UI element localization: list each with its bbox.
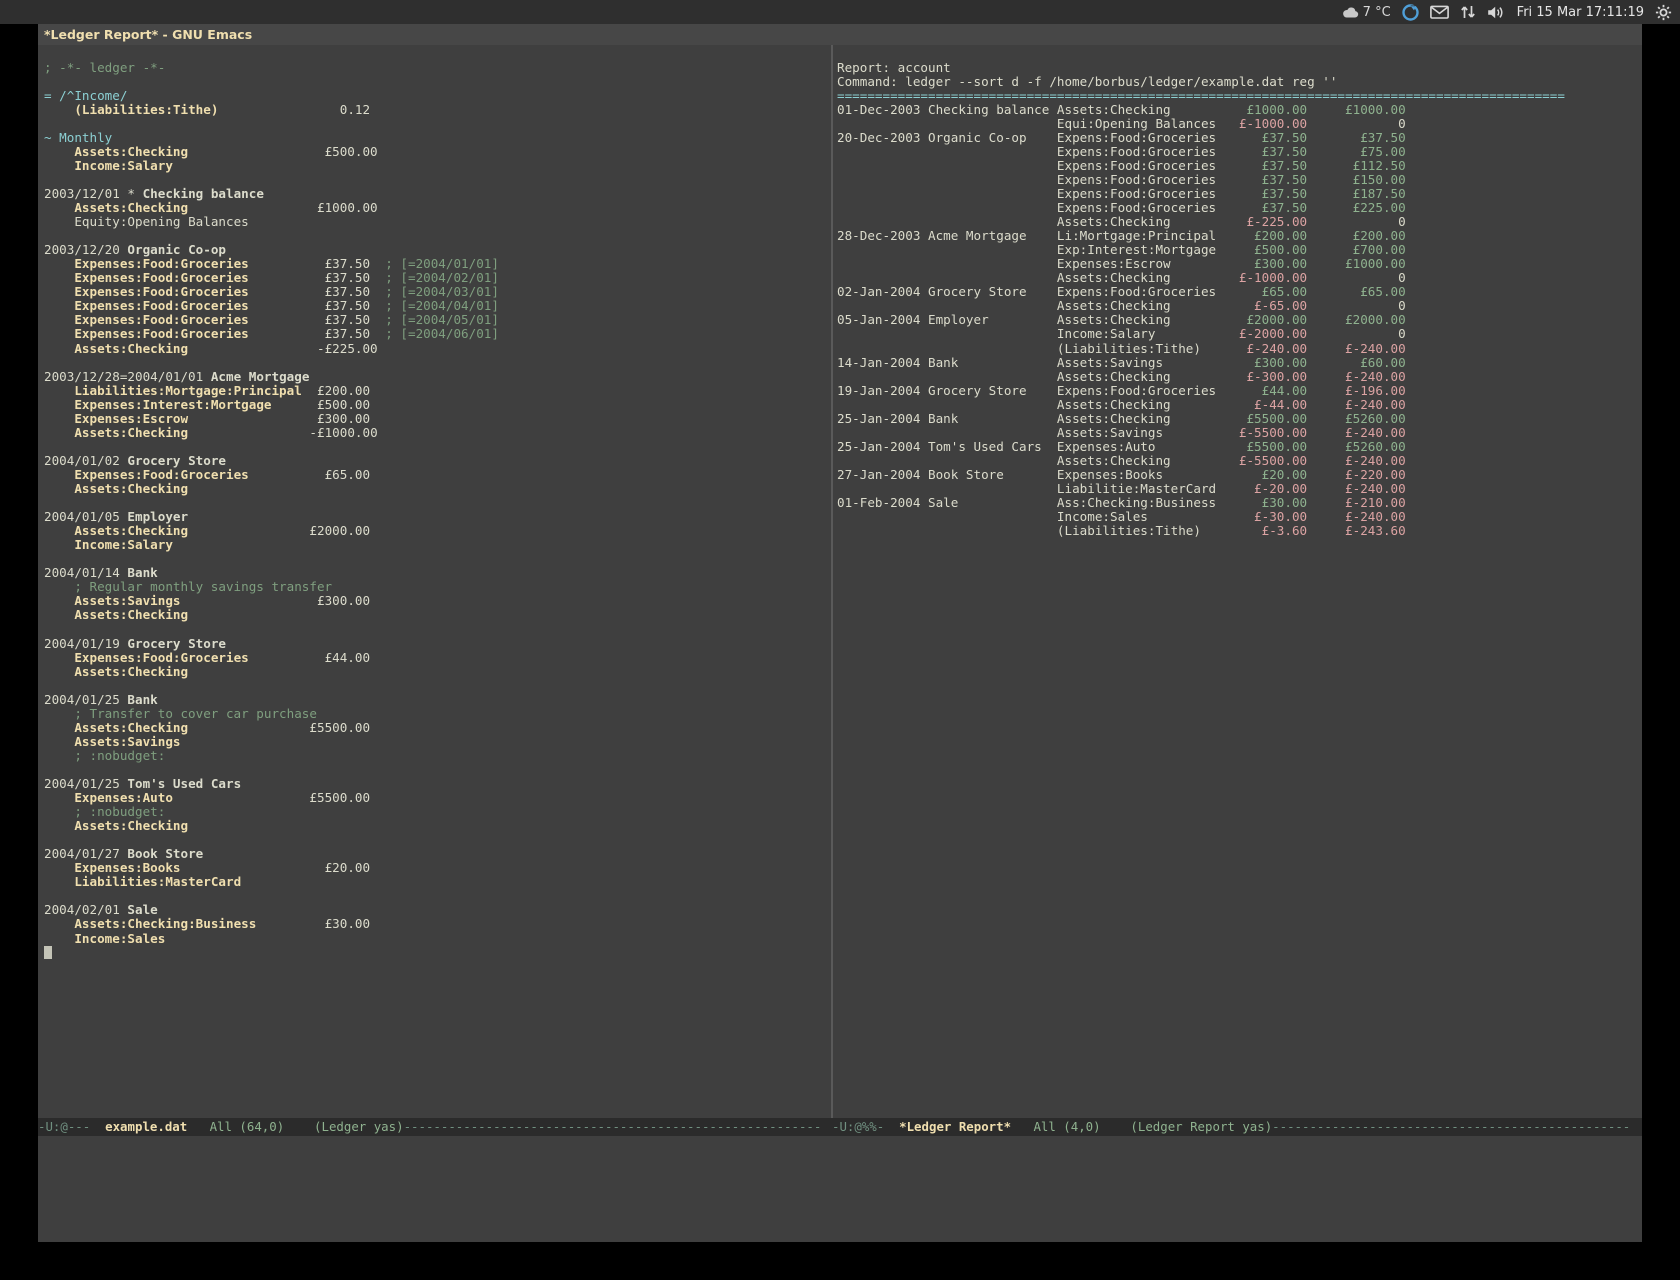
ledger-source-text[interactable]: ; -*- ledger -*- = /^Income/ (Liabilitie… (44, 61, 499, 960)
echo-area[interactable] (38, 1136, 1642, 1242)
network-icon[interactable] (1460, 4, 1476, 20)
emacs-frame: *Ledger Report* - GNU Emacs ; -*- ledger… (38, 24, 1642, 1242)
mail-icon[interactable] (1430, 5, 1449, 19)
settings-gear-icon[interactable] (1655, 4, 1672, 21)
clock[interactable]: Fri 15 Mar 17:11:19 (1517, 5, 1644, 20)
cloud-icon (1342, 6, 1359, 19)
ledger-source-window[interactable]: ; -*- ledger -*- = /^Income/ (Liabilitie… (38, 45, 831, 1118)
window-titlebar[interactable]: *Ledger Report* - GNU Emacs (38, 24, 1642, 45)
weather-temperature: 7 °C (1363, 5, 1391, 20)
system-panel: 7 °C (0, 0, 1680, 24)
ledger-report-text[interactable]: Report: account Command: ledger --sort d… (837, 61, 1565, 539)
volume-icon[interactable] (1487, 5, 1506, 20)
weather-indicator[interactable]: 7 °C (1342, 5, 1391, 20)
screen: 7 °C (0, 0, 1680, 1280)
modeline-source[interactable]: -U:@--- example.dat All (64,0) (Ledger y… (38, 1118, 832, 1136)
text-cursor (44, 946, 52, 959)
refresh-icon[interactable] (1402, 4, 1419, 21)
system-tray: 7 °C (1342, 0, 1672, 24)
modelines: -U:@--- example.dat All (64,0) (Ledger y… (38, 1118, 1642, 1136)
ledger-report-window[interactable]: Report: account Command: ledger --sort d… (833, 45, 1642, 1118)
modeline-report[interactable]: -U:@%%- *Ledger Report* All (4,0) (Ledge… (832, 1118, 1642, 1136)
emacs-windows: ; -*- ledger -*- = /^Income/ (Liabilitie… (38, 45, 1642, 1118)
window-title: *Ledger Report* - GNU Emacs (44, 27, 252, 42)
